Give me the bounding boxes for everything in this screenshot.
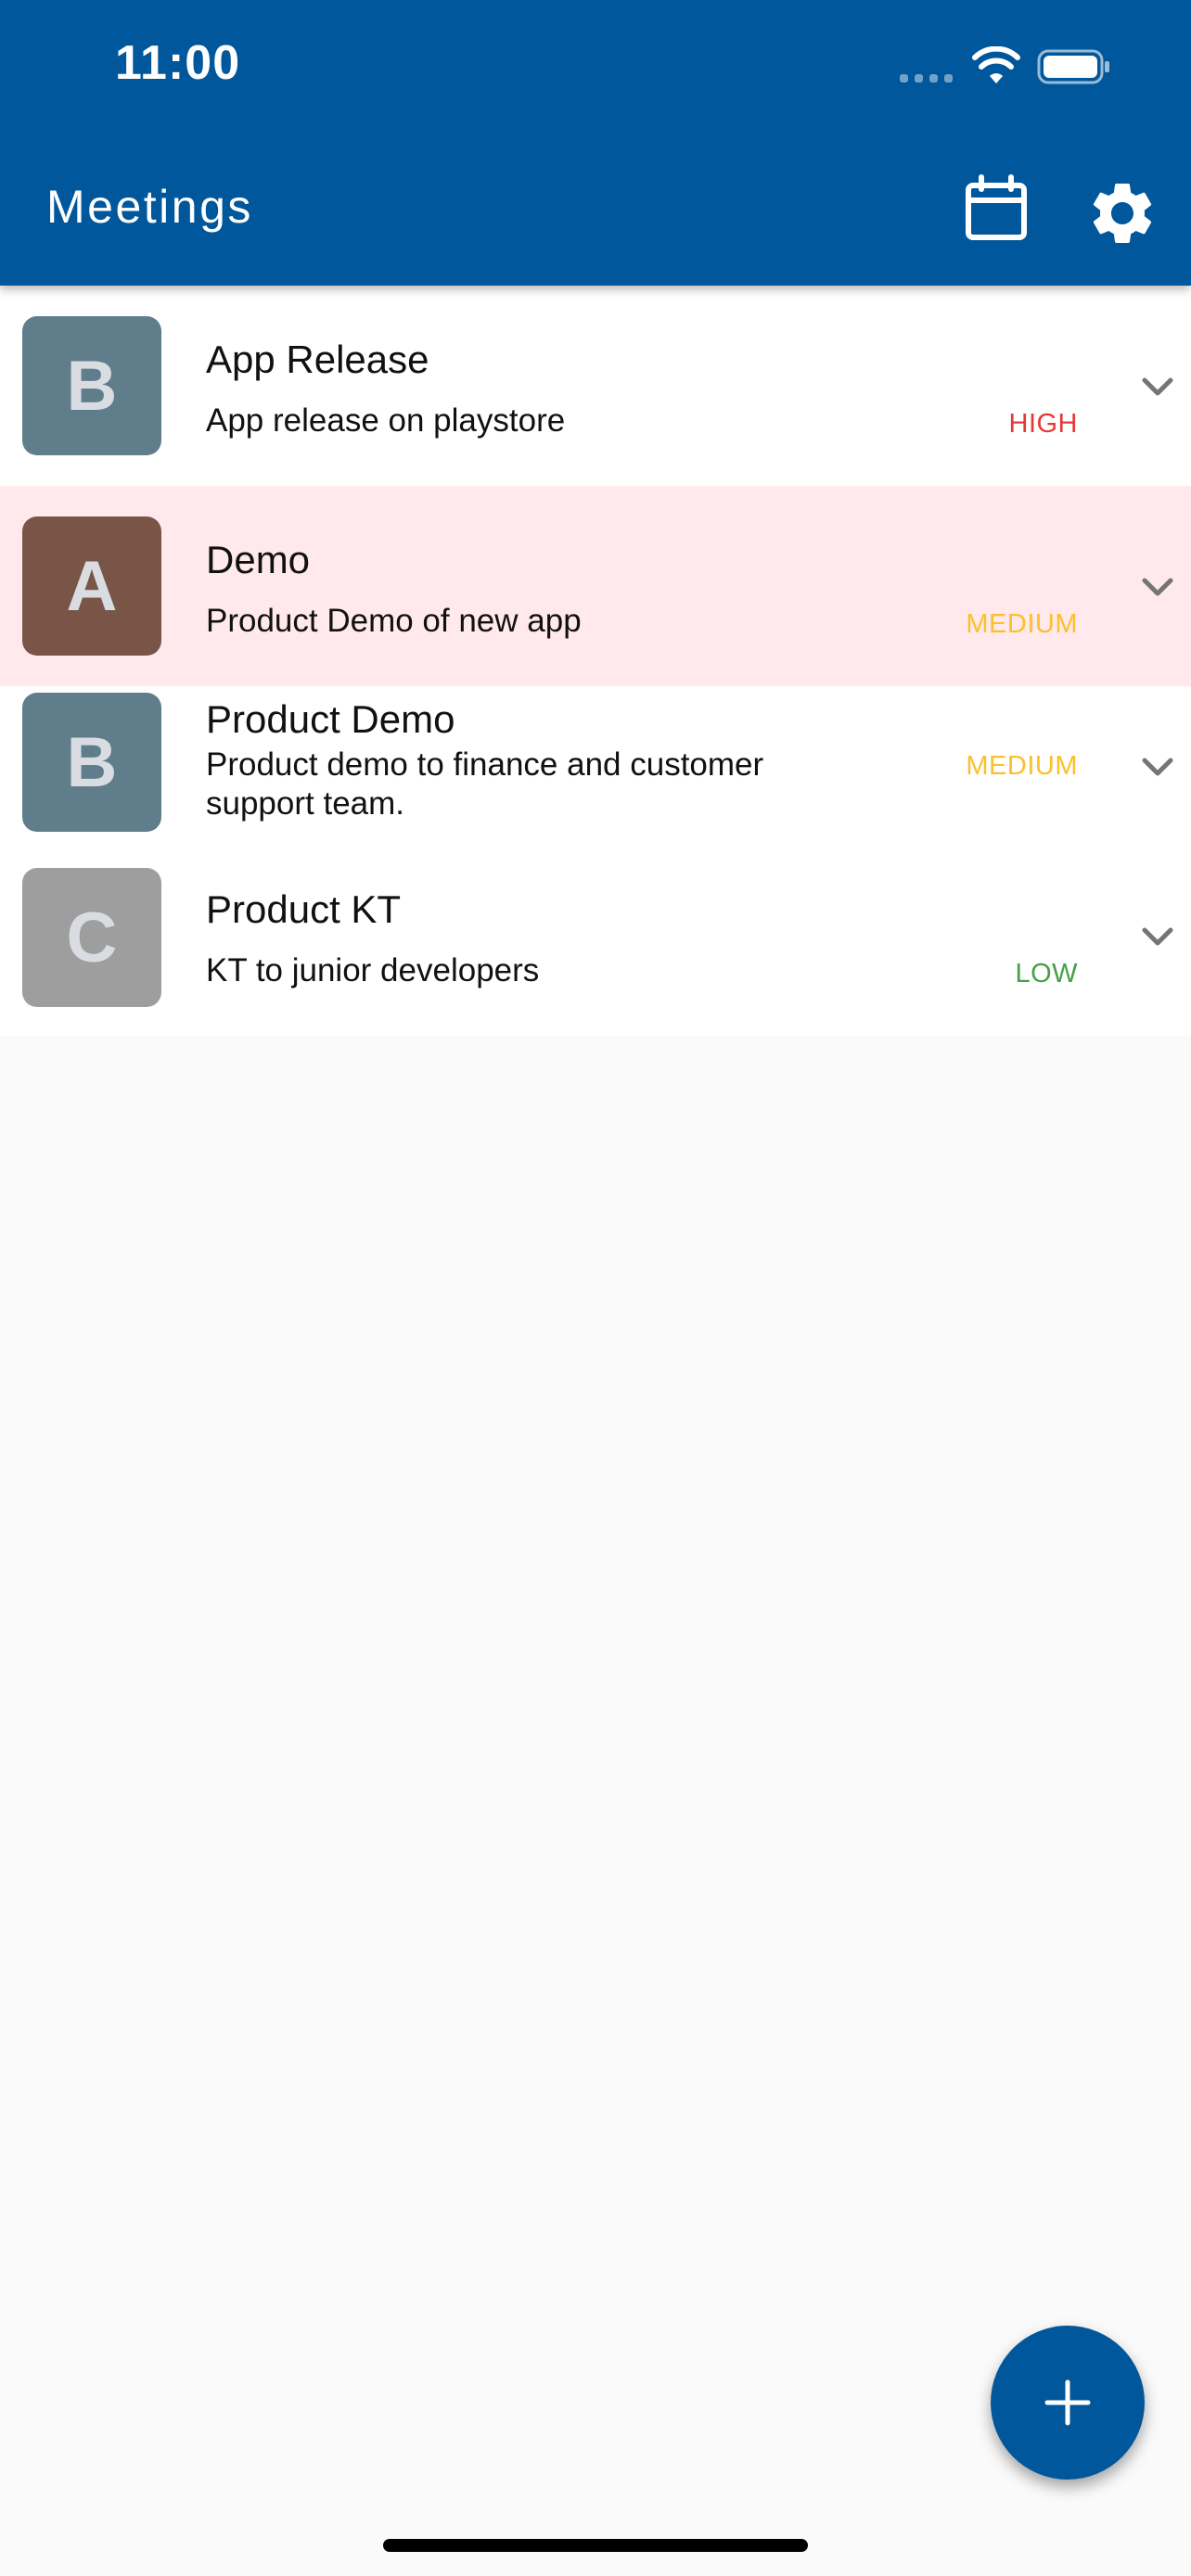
priority-badge: MEDIUM [966,609,1078,639]
meeting-title: Product KT [206,887,402,931]
status-bar-time: 11:00 [115,36,241,90]
plus-icon [1044,2379,1091,2426]
gear-icon[interactable] [1085,176,1159,250]
avatar: C [22,868,161,1007]
meeting-title: App Release [206,338,429,381]
meeting-description: Product demo to finance and customer sup… [206,746,764,822]
battery-icon [1037,49,1109,84]
calendar-icon[interactable] [961,172,1031,243]
page-title: Meetings [46,181,253,233]
avatar: B [22,316,161,455]
priority-badge: HIGH [1008,409,1078,439]
chevron-down-icon[interactable] [1137,746,1178,787]
list-item[interactable]: B App Release App release on playstore H… [0,286,1191,486]
meeting-description: App release on playstore [206,402,566,439]
chevron-down-icon[interactable] [1137,916,1178,957]
add-meeting-button[interactable] [991,2326,1145,2480]
list-item[interactable]: B Product Demo Product demo to finance a… [0,686,1191,860]
avatar: B [22,693,161,832]
home-indicator [383,2539,808,2552]
app-bar: 11:00 Meetings [0,0,1191,286]
meeting-description: KT to junior developers [206,952,540,988]
list-item[interactable]: A Demo Product Demo of new app MEDIUM [0,486,1191,686]
meeting-list: B App Release App release on playstore H… [0,286,1191,1036]
priority-badge: LOW [1015,959,1078,988]
chevron-down-icon[interactable] [1137,366,1178,407]
priority-badge: MEDIUM [966,751,1078,781]
meeting-description: Product Demo of new app [206,603,582,639]
wifi-icon [972,46,1020,83]
cellular-signal-icon [900,74,953,83]
avatar: A [22,516,161,656]
meeting-title: Product Demo [206,697,455,741]
list-item[interactable]: C Product KT KT to junior developers LOW [0,860,1191,1036]
meeting-title: Demo [206,538,311,581]
chevron-down-icon[interactable] [1137,567,1178,607]
